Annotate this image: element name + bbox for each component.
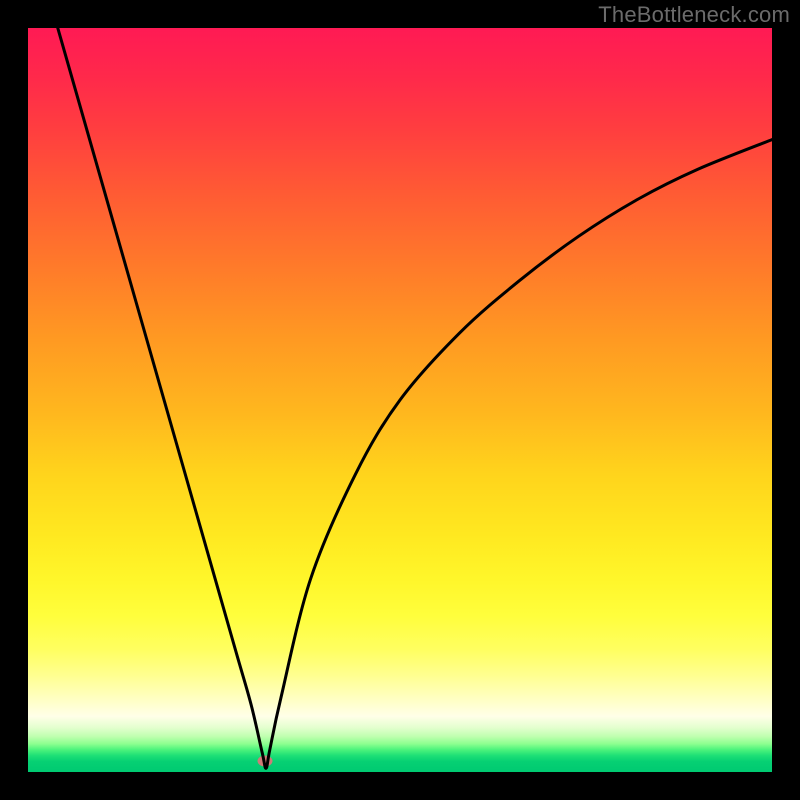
plot-area bbox=[28, 28, 772, 772]
watermark-text: TheBottleneck.com bbox=[598, 2, 790, 28]
chart-frame: TheBottleneck.com bbox=[0, 0, 800, 800]
bottleneck-curve-path bbox=[58, 28, 772, 768]
bottleneck-curve-svg bbox=[28, 28, 772, 772]
